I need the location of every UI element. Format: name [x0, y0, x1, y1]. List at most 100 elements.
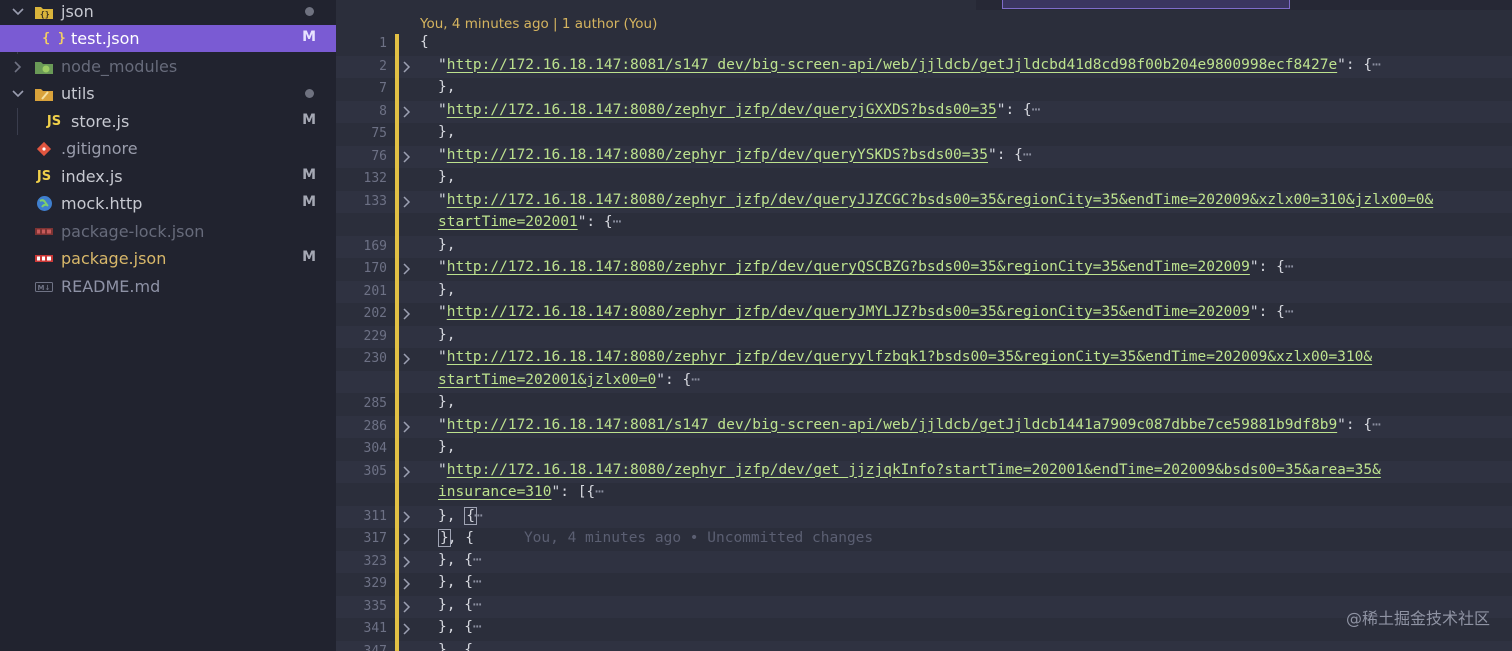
code-line[interactable]: 2 "http://172.16.18.147:8081/s147_dev/big…: [336, 55, 1512, 78]
minimap-slider[interactable]: [1002, 0, 1290, 9]
tree-item-node-modules[interactable]: node_modules: [0, 53, 336, 80]
url-link[interactable]: startTime=202001: [438, 214, 578, 230]
tree-item-mock-http[interactable]: mock.http M: [0, 190, 336, 217]
tree-item-index-js[interactable]: JS index.js M: [0, 163, 336, 190]
tree-item-utils-folder[interactable]: utils: [0, 80, 336, 107]
code-editor[interactable]: You, 4 minutes ago | 1 author (You) 1{2 "…: [336, 0, 1512, 651]
chevron-right-icon[interactable]: [402, 600, 412, 613]
code-line[interactable]: 341 }, {⋯: [336, 618, 1512, 641]
folded-ellipsis[interactable]: ⋯: [1023, 147, 1032, 163]
code-line[interactable]: 229},: [336, 325, 1512, 348]
chevron-right-icon[interactable]: [402, 150, 412, 163]
url-link[interactable]: http://172.16.18.147:8080/zephyr_jzfp/de…: [447, 462, 1381, 478]
code-text: "http://172.16.18.147:8080/zephyr_jzfp/d…: [438, 462, 1381, 478]
code-line[interactable]: 347}, {: [336, 640, 1512, 651]
folded-ellipsis[interactable]: ⋯: [613, 214, 622, 230]
folded-ellipsis[interactable]: ⋯: [473, 619, 482, 635]
code-line[interactable]: 7},: [336, 78, 1512, 101]
code-line[interactable]: 8 "http://172.16.18.147:8080/zephyr_jzfp/…: [336, 100, 1512, 123]
brace: },: [438, 124, 456, 140]
chevron-right-icon[interactable]: [402, 533, 412, 545]
folded-ellipsis[interactable]: ⋯: [1285, 259, 1294, 275]
code-line[interactable]: 230 "http://172.16.18.147:8080/zephyr_jzf…: [336, 348, 1512, 371]
code-line[interactable]: startTime=202001&jzlx00=0": {⋯: [336, 370, 1512, 393]
code-text: }, {⋯: [438, 597, 482, 613]
url-link[interactable]: http://172.16.18.147:8080/zephyr_jzfp/de…: [447, 259, 1250, 275]
url-link[interactable]: insurance=310: [438, 484, 552, 500]
tree-item-json-folder[interactable]: {} json: [0, 0, 336, 25]
chevron-right-icon[interactable]: [402, 623, 412, 635]
chevron-right-icon[interactable]: [402, 308, 412, 320]
url-link[interactable]: http://172.16.18.147:8081/s147_dev/big-s…: [447, 417, 1337, 433]
folded-ellipsis[interactable]: ⋯: [473, 597, 482, 613]
folded-ellipsis[interactable]: ⋯: [1372, 57, 1381, 73]
line-number: 286: [363, 418, 387, 434]
folded-ellipsis[interactable]: ⋯: [1285, 304, 1294, 320]
tree-item-package-lock-json[interactable]: package-lock.json: [0, 218, 336, 245]
chevron-right-icon[interactable]: [402, 105, 412, 118]
code-line[interactable]: 285},: [336, 393, 1512, 416]
tree-item-package-json[interactable]: package.json M: [0, 245, 336, 272]
code-line[interactable]: 202 "http://172.16.18.147:8080/zephyr_jzf…: [336, 303, 1512, 326]
url-link[interactable]: http://172.16.18.147:8081/s147_dev/big-s…: [447, 57, 1337, 73]
code-line[interactable]: insurance=310": [{⋯: [336, 483, 1512, 506]
chevron-right-icon[interactable]: [402, 353, 412, 365]
folded-ellipsis[interactable]: ⋯: [595, 484, 604, 500]
line-number: 341: [363, 621, 387, 636]
code-line[interactable]: 1{: [336, 33, 1512, 56]
codelens-blame[interactable]: You, 4 minutes ago | 1 author (You): [420, 16, 657, 32]
chevron-right-icon[interactable]: [402, 60, 412, 73]
js-icon: JS: [46, 114, 62, 129]
folded-ellipsis[interactable]: ⋯: [1372, 417, 1381, 433]
code-line[interactable]: 76 "http://172.16.18.147:8080/zephyr_jzfp…: [336, 145, 1512, 168]
chevron-right-icon[interactable]: [402, 263, 412, 275]
line-number: 133: [363, 193, 387, 209]
chevron-right-icon[interactable]: [402, 195, 412, 208]
code-text: }, {⋯: [438, 506, 483, 525]
url-link[interactable]: http://172.16.18.147:8080/zephyr_jzfp/de…: [447, 147, 988, 163]
code-line[interactable]: 329}, {⋯: [336, 573, 1512, 596]
json-punctuation: : {: [586, 214, 613, 230]
code-line[interactable]: 317}, {You, 4 minutes ago • Uncommitted …: [336, 528, 1512, 551]
folded-ellipsis[interactable]: ⋯: [474, 508, 483, 524]
code-line[interactable]: 132},: [336, 168, 1512, 191]
code-line[interactable]: 335}, {⋯: [336, 595, 1512, 618]
code-line[interactable]: 305 "http://172.16.18.147:8080/zephyr_jzf…: [336, 460, 1512, 483]
url-link[interactable]: http://172.16.18.147:8080/zephyr_jzfp/de…: [447, 349, 1372, 365]
code-line[interactable]: 170 "http://172.16.18.147:8080/zephyr_jzf…: [336, 258, 1512, 281]
code-line[interactable]: 75},: [336, 123, 1512, 146]
tree-item-readme-md[interactable]: M↓ README.md: [0, 273, 336, 300]
chevron-right-icon[interactable]: [402, 578, 412, 590]
git-icon: [34, 139, 54, 159]
url-link[interactable]: http://172.16.18.147:8080/zephyr_jzfp/de…: [447, 102, 997, 118]
tree-item-gitignore[interactable]: .gitignore: [0, 135, 336, 162]
folded-ellipsis[interactable]: ⋯: [473, 574, 482, 590]
line-number: 201: [363, 283, 387, 299]
code-line[interactable]: startTime=202001": {⋯: [336, 213, 1512, 236]
code-text: }, {⋯: [438, 619, 482, 635]
chevron-right-icon[interactable]: [402, 465, 412, 478]
folded-ellipsis[interactable]: ⋯: [473, 552, 482, 568]
code-line[interactable]: 286 "http://172.16.18.147:8081/s147_dev/b…: [336, 415, 1512, 438]
url-link[interactable]: http://172.16.18.147:8080/zephyr_jzfp/de…: [447, 192, 1433, 208]
chevron-right-icon[interactable]: [402, 420, 412, 433]
line-number: 76: [371, 148, 387, 164]
folded-ellipsis[interactable]: ⋯: [1032, 102, 1041, 118]
code-line[interactable]: 133 "http://172.16.18.147:8080/zephyr_jzf…: [336, 190, 1512, 213]
npm-icon: [34, 249, 54, 269]
code-line[interactable]: 323}, {⋯: [336, 550, 1512, 573]
code-text: },: [438, 124, 455, 140]
chevron-right-icon[interactable]: [402, 510, 412, 523]
code-line[interactable]: 201},: [336, 280, 1512, 303]
globe-icon: [34, 194, 54, 214]
code-line[interactable]: 304},: [336, 438, 1512, 461]
code-line[interactable]: 311}, {⋯: [336, 505, 1512, 528]
folded-ellipsis[interactable]: ⋯: [691, 372, 700, 388]
string-quote: ": [438, 461, 447, 478]
tree-item-store-js[interactable]: JS store.js M: [0, 108, 336, 135]
tree-item-test-json[interactable]: { } test.json M: [0, 25, 336, 52]
code-line[interactable]: 169},: [336, 235, 1512, 258]
url-link[interactable]: http://172.16.18.147:8080/zephyr_jzfp/de…: [447, 304, 1250, 320]
url-link[interactable]: startTime=202001&jzlx00=0: [438, 372, 656, 388]
chevron-right-icon[interactable]: [402, 555, 412, 568]
